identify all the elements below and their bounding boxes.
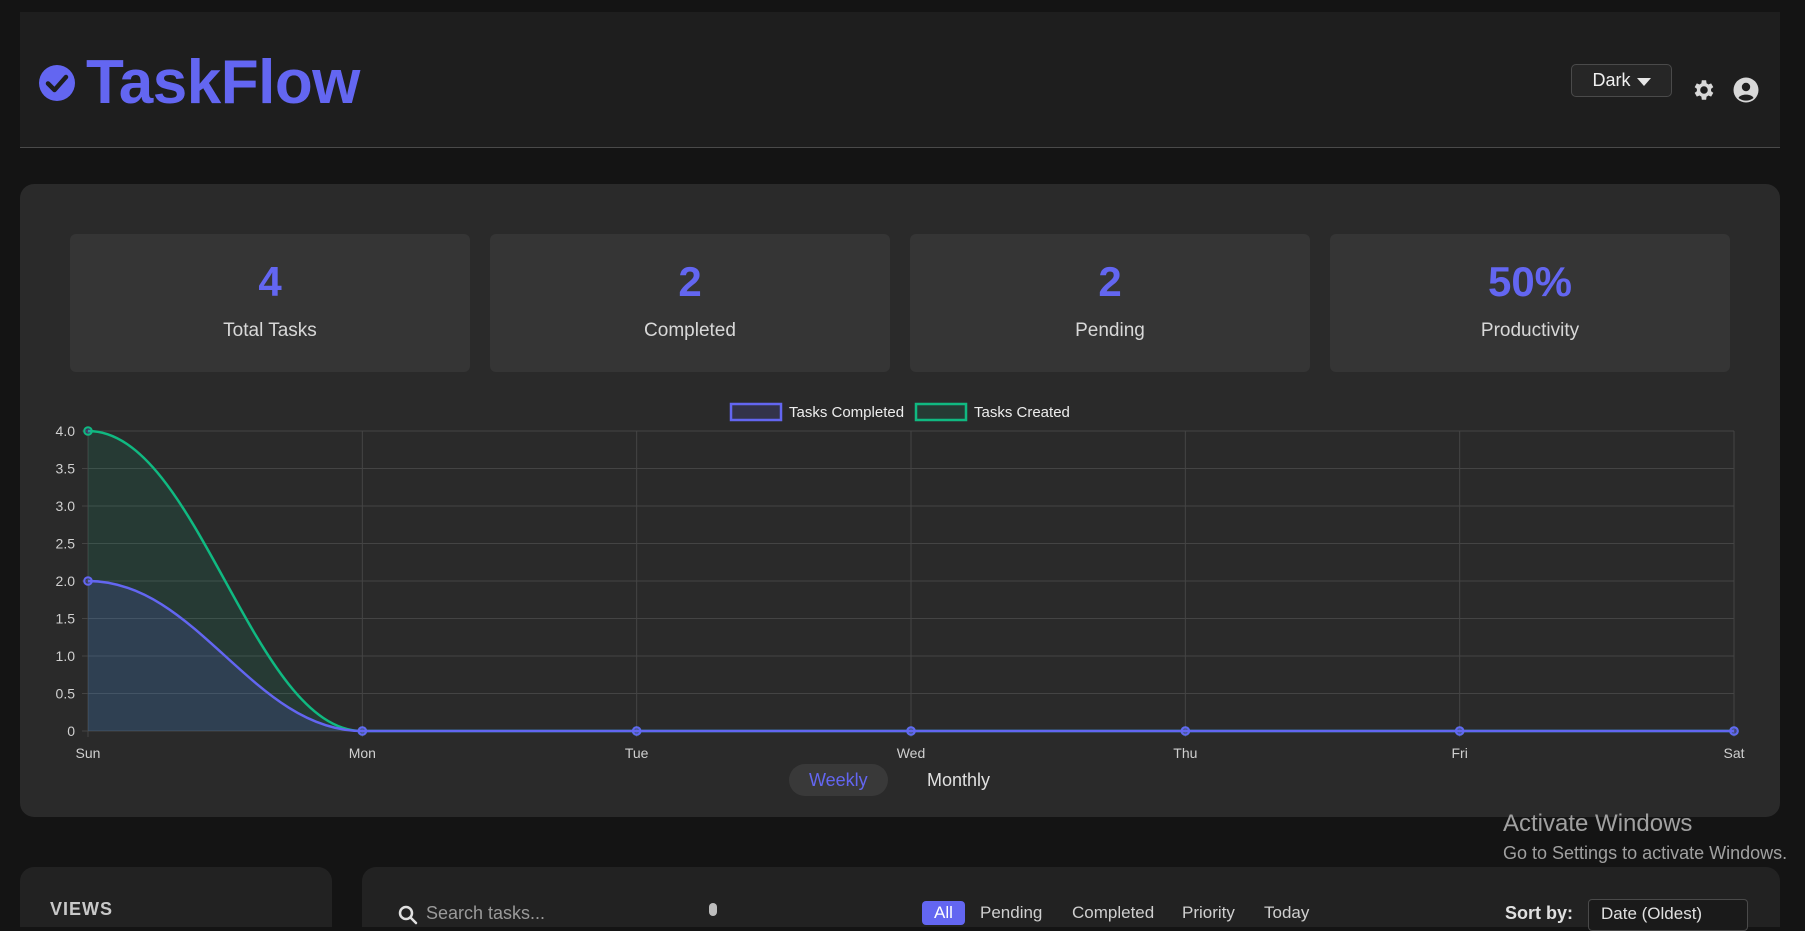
microphone-icon[interactable] [706,903,720,923]
tasks-completed-point [1180,726,1191,736]
x-tick-label: Thu [1173,745,1197,761]
legend-swatch [914,402,968,422]
tasks-created-point [83,426,93,436]
views-heading: VIEWS [50,899,114,919]
tasks-completed-point [906,726,916,736]
weekly-tasks-chart: 0 0.5 1.0 1.5 2.0 2.5 3.0 3.5 4.0 Sun Mon Tue Wed Thu… [56,402,1745,761]
y-tick-label: 2.5 [56,536,76,552]
legend-swatch [729,402,783,422]
x-tick-label: Wed [897,745,926,761]
tasks-completed-point [357,726,368,736]
tasks-completed-point [631,726,642,736]
x-tick-label: Mon [349,745,376,761]
views-sidebar: VIEWS [20,867,332,927]
x-tick-label: Tue [625,745,649,761]
legend-label: Tasks Completed [789,404,904,421]
x-tick-label: Fri [1452,745,1468,761]
filter-today[interactable]: Today [1264,903,1309,923]
monthly-toggle[interactable]: Monthly [907,764,1010,796]
legend-label: Tasks Created [974,404,1070,421]
y-tick-label: 0.5 [56,686,76,702]
filter-priority[interactable]: Priority [1182,903,1235,923]
sort-select[interactable]: Date (Oldest) [1588,899,1748,931]
y-tick-label: 2.0 [56,573,76,589]
y-tick-label: 1.0 [56,648,76,664]
tasks-completed-point [1729,726,1739,736]
search-icon [398,905,418,925]
weekly-toggle[interactable]: Weekly [789,764,888,796]
y-tick-label: 3.5 [56,461,76,477]
y-tick-label: 1.5 [56,611,76,627]
tasks-completed-point [1454,726,1465,736]
x-tick-label: Sat [1723,745,1744,761]
filter-completed[interactable]: Completed [1072,903,1154,923]
x-tick-label: Sun [76,745,101,761]
tasks-panel: All Pending Completed Priority Today Sor… [362,867,1780,931]
search-input[interactable] [424,901,624,925]
activation-watermark-title: Activate Windows [1503,810,1693,837]
filter-all[interactable]: All [922,901,965,925]
filter-pending[interactable]: Pending [980,903,1042,923]
tasks-completed-point [83,576,93,586]
y-tick-label: 4.0 [56,423,76,439]
activation-watermark-subtitle: Go to Settings to activate Windows. [1503,843,1788,863]
y-tick-label: 0 [67,723,75,739]
y-tick-label: 3.0 [56,498,76,514]
